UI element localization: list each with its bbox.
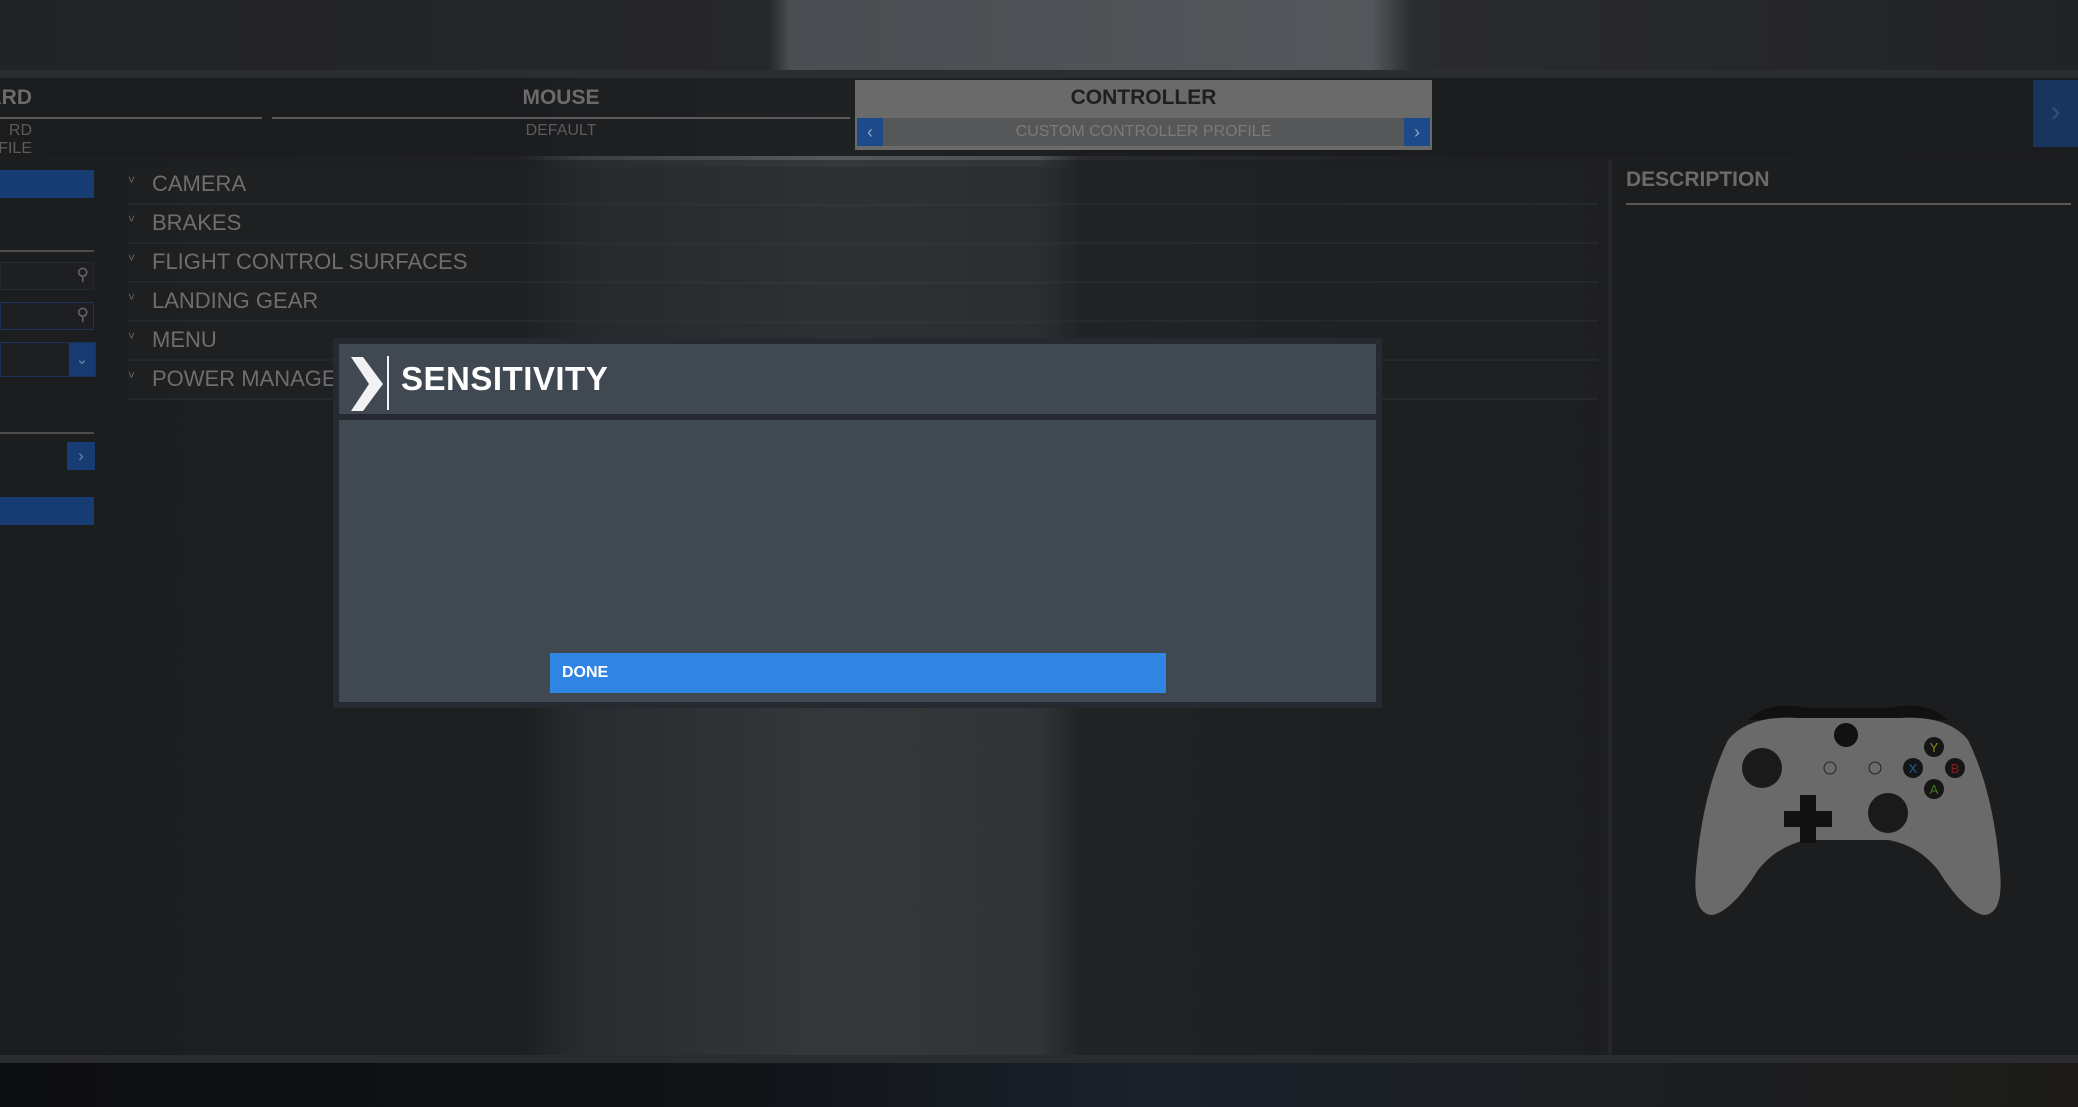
- left-panel-button-bottom[interactable]: [0, 497, 94, 525]
- description-panel: DESCRIPTION: [1608, 160, 2078, 1055]
- chevron-down-icon: ˅: [128, 290, 136, 304]
- tab-mouse-label: MOUSE: [522, 86, 600, 109]
- background-top: [0, 0, 2078, 72]
- footer-bar: [0, 1063, 2078, 1107]
- next-tab-button[interactable]: ›: [2033, 80, 2078, 147]
- tab-mouse[interactable]: MOUSE DEFAULT: [272, 80, 850, 150]
- right-stick: [1868, 793, 1908, 833]
- a-button-label: A: [1930, 782, 1939, 797]
- description-title: DESCRIPTION: [1626, 168, 1770, 191]
- search-icon: ⚲: [76, 265, 89, 284]
- tab-keyboard-label: ARD: [0, 86, 32, 109]
- tab-controller[interactable]: CONTROLLER ‹ CUSTOM CONTROLLER PROFILE ›: [855, 80, 1432, 150]
- x-button-label: X: [1909, 761, 1918, 776]
- profile-selector[interactable]: ‹ CUSTOM CONTROLLER PROFILE ›: [857, 118, 1430, 146]
- search-icon: ⚲: [76, 305, 89, 324]
- category-camera[interactable]: ˅ CAMERA: [128, 167, 1598, 205]
- filter-dropdown[interactable]: ⌄: [0, 342, 96, 377]
- xbox-logo-icon: [1834, 723, 1858, 747]
- divider: [0, 250, 94, 252]
- tab-keyboard[interactable]: ARD RD PROFILE: [0, 80, 262, 157]
- tab-divider: [272, 117, 850, 119]
- chevron-down-icon: ˅: [128, 368, 136, 382]
- chevron-down-icon[interactable]: ⌄: [69, 343, 95, 376]
- category-label: FLIGHT CONTROL SURFACES: [152, 249, 468, 274]
- controller-shoulders: [1748, 705, 1948, 720]
- controller-body: [1695, 717, 2001, 915]
- done-button[interactable]: DONE: [550, 653, 1166, 693]
- category-label: MENU: [152, 327, 217, 352]
- tab-controller-label: CONTROLLER: [1070, 86, 1217, 109]
- left-panel: ⚲ ⚲ ⌄ ›: [0, 160, 106, 1055]
- top-divider: [0, 70, 2078, 78]
- category-landing-gear[interactable]: ˅ LANDING GEAR: [128, 284, 1598, 322]
- chevron-down-icon: ˅: [128, 251, 136, 265]
- left-stick: [1742, 748, 1782, 788]
- next-profile-button[interactable]: ›: [1404, 118, 1430, 146]
- search-input[interactable]: ⚲: [0, 262, 94, 290]
- tab-mouse-profile: DEFAULT: [525, 122, 597, 139]
- category-label: LANDING GEAR: [152, 288, 319, 313]
- search-input-2[interactable]: ⚲: [0, 302, 94, 330]
- divider: [1626, 203, 2071, 205]
- left-panel-button-top[interactable]: [0, 170, 94, 198]
- profile-name: CUSTOM CONTROLLER PROFILE: [1015, 123, 1272, 140]
- y-button-label: Y: [1930, 740, 1939, 755]
- expand-arrow-button[interactable]: ›: [67, 442, 95, 470]
- category-label: CAMERA: [152, 171, 247, 196]
- category-label: BRAKES: [152, 210, 242, 235]
- chevron-down-icon: ˅: [128, 212, 136, 226]
- sensitivity-dialog: SENSITIVITY DONE: [333, 338, 1382, 708]
- dialog-body: DONE: [339, 420, 1376, 702]
- bottom-divider: [0, 1055, 2078, 1063]
- xbox-controller-image: Y X B A: [1695, 705, 2001, 915]
- category-brakes[interactable]: ˅ BRAKES: [128, 206, 1598, 244]
- dialog-title: SENSITIVITY: [401, 360, 609, 397]
- tab-keyboard-profile: RD PROFILE: [0, 122, 32, 157]
- chevron-right-icon: [351, 357, 383, 411]
- header-separator: [387, 356, 389, 410]
- category-flight-control-surfaces[interactable]: ˅ FLIGHT CONTROL SURFACES: [128, 245, 1598, 283]
- dialog-header: SENSITIVITY: [339, 344, 1376, 414]
- chevron-down-icon: ˅: [128, 329, 136, 343]
- b-button-label: B: [1951, 761, 1960, 776]
- divider: [0, 432, 94, 434]
- tab-divider: [0, 117, 262, 119]
- chevron-down-icon: ˅: [128, 173, 136, 187]
